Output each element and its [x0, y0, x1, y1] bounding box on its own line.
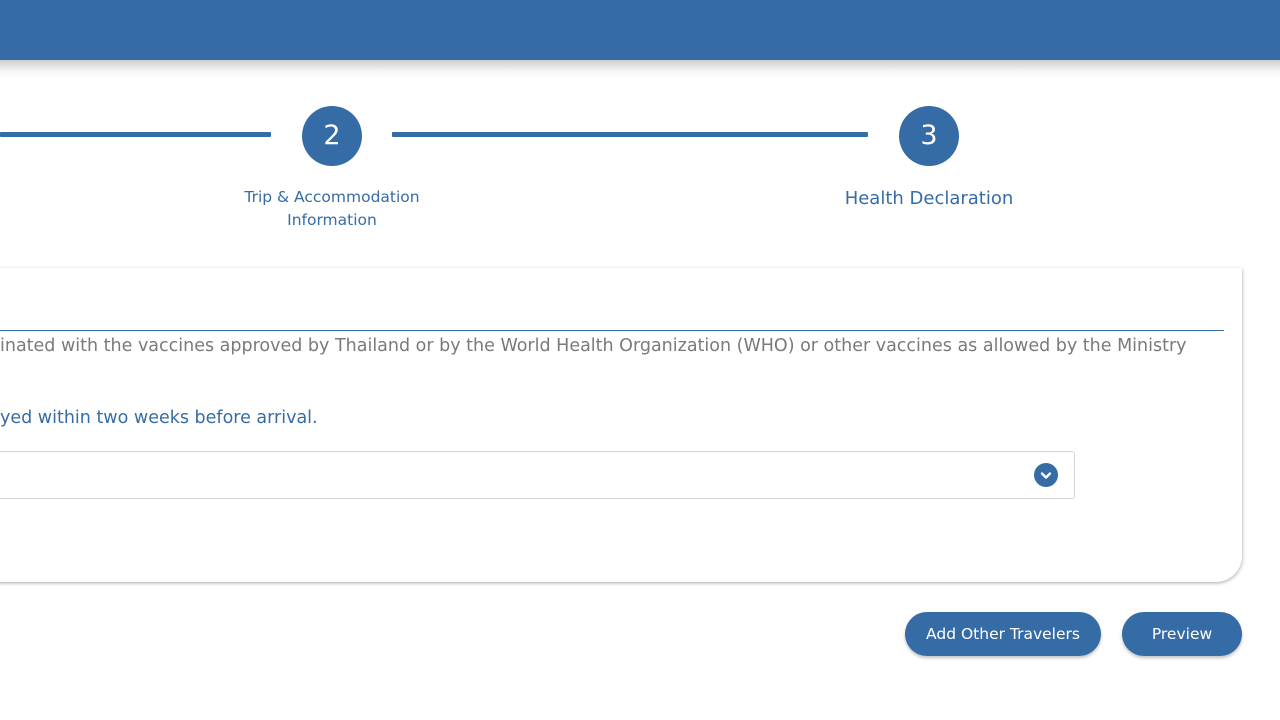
header-bar [0, 0, 1280, 60]
step-3-label-line1: Health Declaration [844, 188, 1014, 209]
step-3-label: Health Declaration [809, 186, 1049, 212]
step-2-label-line2: Information [287, 211, 377, 229]
header-shadow [0, 60, 1280, 78]
vaccination-question: inated with the vaccines approved by Tha… [0, 336, 1187, 356]
step-3-circle[interactable]: 3 [899, 106, 959, 166]
step-connector-2-3 [392, 132, 868, 137]
step-2-label: Trip & Accommodation Information [212, 186, 452, 232]
add-other-travelers-button[interactable]: Add Other Travelers [905, 612, 1101, 656]
chevron-down-icon[interactable] [1034, 463, 1058, 487]
answer-select[interactable] [0, 451, 1075, 499]
step-connector-1-2 [0, 132, 271, 137]
card-divider [0, 330, 1224, 331]
preview-button[interactable]: Preview [1122, 612, 1242, 656]
step-2-label-line1: Trip & Accommodation [244, 188, 420, 206]
step-2-circle[interactable]: 2 [302, 106, 362, 166]
travel-history-question: yed within two weeks before arrival. [0, 408, 318, 428]
